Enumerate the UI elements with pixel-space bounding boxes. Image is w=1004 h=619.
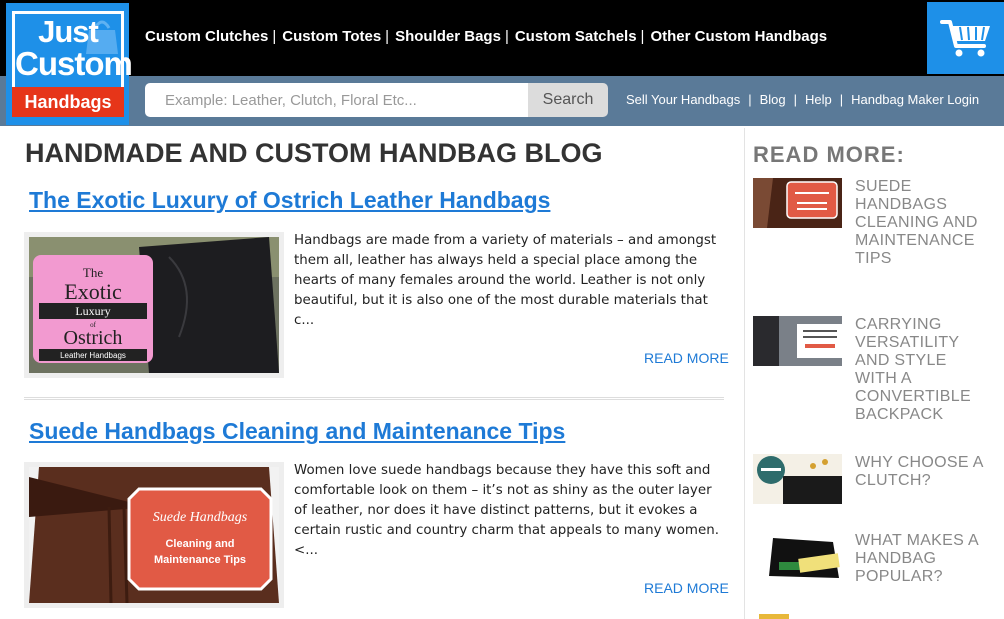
thumb-text-leather-handbags: Leather Handbags — [60, 351, 126, 360]
nav-other-custom-handbags[interactable]: Other Custom Handbags — [650, 28, 827, 45]
post-divider — [24, 397, 724, 400]
thumb-text-suede-handbags: Suede Handbags — [153, 510, 248, 525]
cart-button[interactable] — [927, 2, 1004, 74]
site-logo[interactable]: Just Custom Handbags — [6, 3, 133, 125]
post-title-link[interactable]: The Exotic Luxury of Ostrich Leather Han… — [29, 187, 550, 214]
page-title: HANDMADE AND CUSTOM HANDBAG BLOG — [25, 138, 603, 168]
logo-frame: Just Custom — [12, 11, 133, 87]
ostrich-bag-image: The Exotic Luxury of Ostrich Leather Han… — [29, 237, 279, 373]
blog-main: HANDMADE AND CUSTOM HANDBAG BLOG The Exo… — [0, 126, 745, 619]
nav-custom-totes[interactable]: Custom Totes — [282, 28, 381, 45]
shopping-cart-icon — [939, 20, 990, 57]
thumb-text-exotic: Exotic — [64, 279, 122, 304]
subnav-separator: | — [793, 92, 798, 107]
sidebar-link[interactable]: CARRYING VERSATILITY AND STYLE WITH A CO… — [855, 316, 971, 423]
thumb-text-luxury: Luxury — [75, 304, 110, 318]
post-thumbnail[interactable]: The Exotic Luxury of Ostrich Leather Han… — [24, 232, 284, 378]
nav-separator: | — [272, 28, 277, 45]
thumb-text-cleaning-and: Cleaning and — [165, 538, 234, 550]
post-title-link[interactable]: Suede Handbags Cleaning and Maintenance … — [29, 418, 565, 445]
nav-custom-clutches[interactable]: Custom Clutches — [145, 28, 268, 45]
nav-separator: | — [504, 28, 509, 45]
secondary-nav: Sell Your Handbags | Blog | Help | Handb… — [626, 92, 979, 107]
sidebar-item-label: CARRYING VERSATILITY AND STYLE WITH A CO… — [855, 316, 985, 424]
subnav-sell-your-handbags[interactable]: Sell Your Handbags — [626, 92, 740, 107]
read-more-link[interactable]: READ MORE — [644, 350, 729, 366]
thumb-text-ostrich: Ostrich — [64, 327, 123, 349]
main-nav: Custom Clutches | Custom Totes | Shoulde… — [145, 28, 827, 45]
post-thumbnail[interactable]: Suede Handbags Cleaning and Maintenance … — [24, 462, 284, 608]
suede-bag-image: Suede Handbags Cleaning and Maintenance … — [29, 467, 279, 603]
nav-separator: | — [385, 28, 390, 45]
nav-separator: | — [640, 28, 645, 45]
subnav-separator: | — [839, 92, 844, 107]
subnav-separator: | — [748, 92, 752, 107]
sidebar-item-label: WHAT MAKES A HANDBAG POPULAR? — [855, 532, 985, 586]
sidebar-link[interactable]: WHY CHOOSE A CLUTCH? — [855, 454, 983, 489]
sidebar-thumbnail[interactable] — [753, 454, 842, 504]
search-form: Search — [145, 83, 608, 117]
logo-text-just: Just — [38, 14, 99, 49]
thumb-text-maintenance-tips: Maintenance Tips — [154, 554, 246, 566]
sidebar-link[interactable]: WHAT MAKES A HANDBAG POPULAR? — [855, 532, 978, 585]
sidebar-link[interactable]: SUEDE HANDBAGS CLEANING AND MAINTENANCE … — [855, 178, 978, 267]
site-header: Just Custom Handbags Custom Clutches | C… — [0, 0, 1004, 126]
search-button[interactable]: Search — [528, 83, 608, 117]
read-more-link[interactable]: READ MORE — [644, 580, 729, 596]
nav-shoulder-bags[interactable]: Shoulder Bags — [395, 28, 501, 45]
subnav-blog[interactable]: Blog — [760, 92, 786, 107]
sidebar-thumbnail[interactable] — [753, 532, 842, 582]
post-excerpt: Women love suede handbags because they h… — [294, 463, 719, 558]
sidebar-thumbnail[interactable] — [753, 316, 842, 366]
logo-text-custom: Custom — [15, 45, 133, 82]
post-excerpt: Handbags are made from a variety of mate… — [294, 233, 717, 328]
thumb-text-the: The — [83, 265, 103, 280]
subnav-handbag-maker-login[interactable]: Handbag Maker Login — [851, 92, 979, 107]
search-input[interactable] — [145, 83, 528, 117]
sidebar-thumbnail[interactable] — [753, 178, 842, 228]
sidebar-item-label: SUEDE HANDBAGS CLEANING AND MAINTENANCE … — [855, 178, 985, 268]
sidebar-thumbnail-partial — [759, 614, 789, 619]
sidebar-item-label: WHY CHOOSE A CLUTCH? — [855, 454, 985, 490]
subnav-help[interactable]: Help — [805, 92, 832, 107]
sidebar: READ MORE: SUEDE HANDBAGS CLEANING AND M… — [745, 126, 1004, 619]
nav-custom-satchels[interactable]: Custom Satchels — [515, 28, 637, 45]
sidebar-title: READ MORE: — [753, 142, 905, 167]
logo-text-handbags: Handbags — [12, 87, 124, 117]
